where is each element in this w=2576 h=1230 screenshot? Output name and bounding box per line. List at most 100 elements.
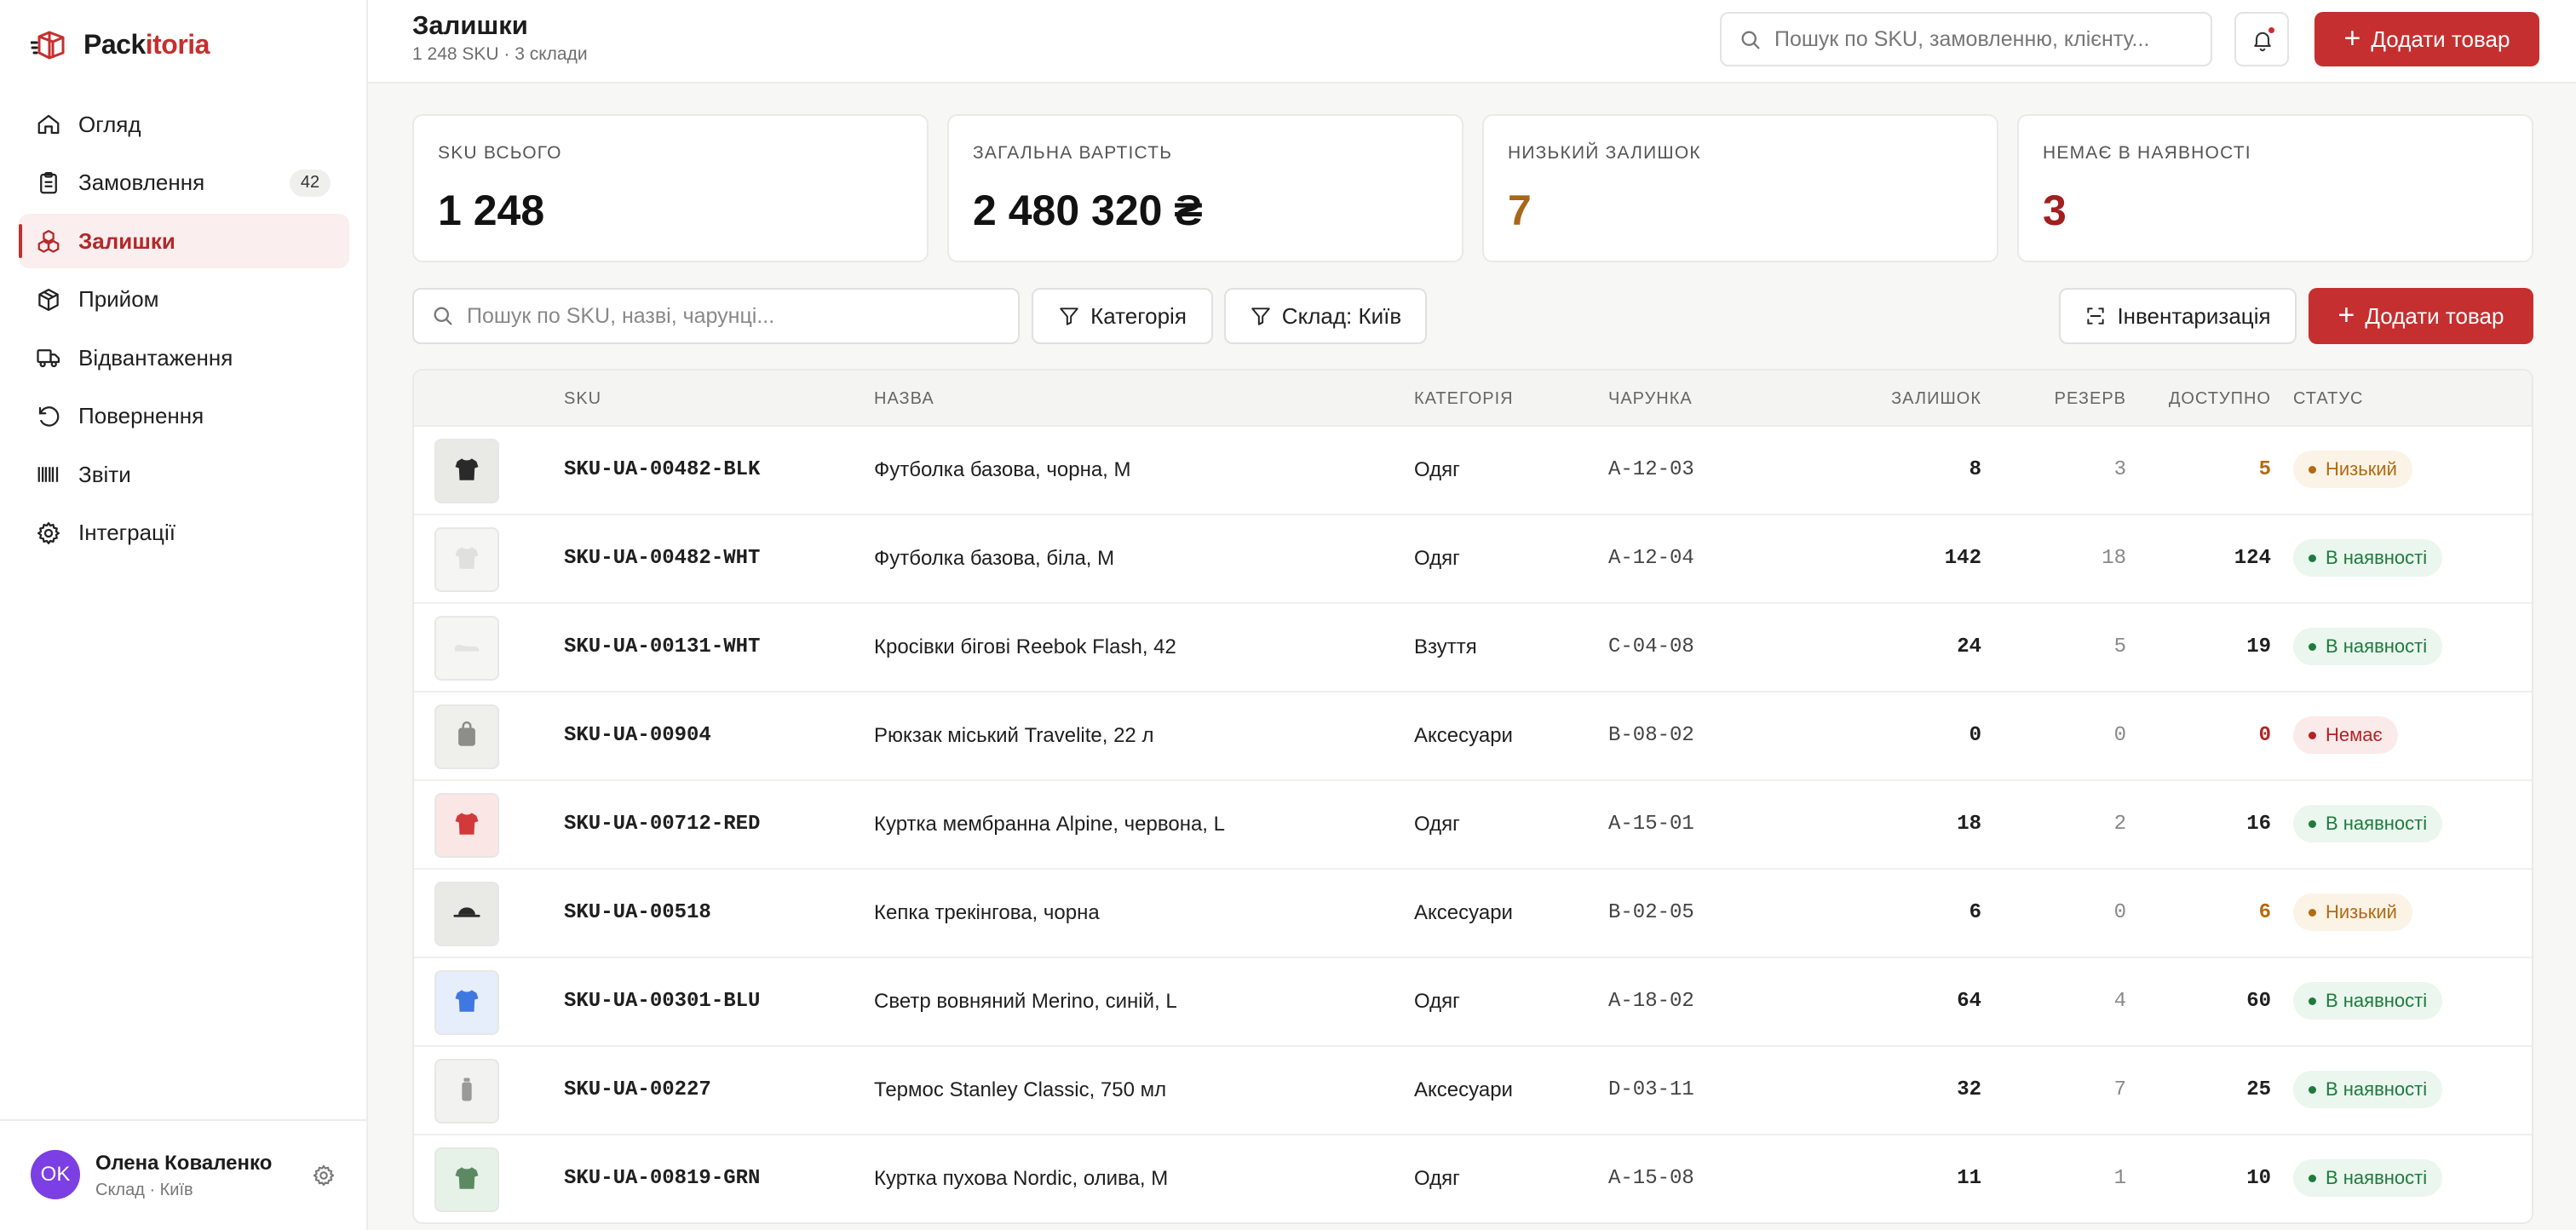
rotate-ccw-icon bbox=[36, 404, 61, 429]
warehouse-filter-label: Склад: Київ bbox=[1281, 302, 1402, 329]
column-header-sku[interactable]: SKU bbox=[564, 389, 601, 409]
sidebar-item-label: Залишки bbox=[78, 227, 175, 254]
sidebar-item-returns[interactable]: Повернення bbox=[19, 389, 349, 444]
available-qty: 0 bbox=[2258, 724, 2271, 747]
sidebar-item-label: Огляд bbox=[78, 111, 141, 137]
table-row[interactable]: SKU-UA-00904 Рюкзак міський Travelite, 2… bbox=[414, 693, 2532, 781]
product-name[interactable]: Рюкзак міський Travelite, 22 л bbox=[874, 724, 1153, 748]
product-name[interactable]: Светр вовняний Merino, синій, L bbox=[874, 990, 1177, 1014]
reserve-qty: 1 bbox=[2113, 1167, 2126, 1190]
page-title: Залишки bbox=[412, 10, 528, 40]
kpi-label: НИЗЬКИЙ ЗАЛИШОК bbox=[1508, 143, 1701, 163]
table-row[interactable]: SKU-UA-00518 Кепка трекінгова, чорна Акс… bbox=[414, 870, 2532, 958]
product-name[interactable]: Кросівки бігові Reebok Flash, 42 bbox=[874, 635, 1176, 659]
settings-gear-icon[interactable] bbox=[312, 1164, 336, 1187]
sidebar-item-label: Інтеграції bbox=[78, 520, 175, 545]
stock-qty: 24 bbox=[1957, 635, 1981, 658]
table-row[interactable]: SKU-UA-00131-WHT Кросівки бігові Reebok … bbox=[414, 604, 2532, 693]
sku-code[interactable]: SKU-UA-00518 bbox=[564, 901, 711, 924]
product-category: Аксесуари bbox=[1414, 901, 1513, 924]
sidebar-item-shipping[interactable]: Відвантаження bbox=[19, 330, 349, 385]
product-thumbnail bbox=[434, 882, 499, 946]
inventory-button[interactable]: Інвентаризація bbox=[2059, 288, 2297, 344]
column-header-status[interactable]: СТАТУС bbox=[2293, 389, 2363, 409]
sku-code[interactable]: SKU-UA-00482-BLK bbox=[564, 458, 760, 481]
stock-table: SKU НАЗВА КАТЕГОРІЯ ЧАРУНКА ЗАЛИШОК РЕЗЕ… bbox=[412, 369, 2533, 1224]
column-header-name[interactable]: НАЗВА bbox=[874, 389, 934, 409]
sidebar-item-orders[interactable]: Замовлення 42 bbox=[19, 156, 349, 210]
table-row[interactable]: SKU-UA-00301-BLU Светр вовняний Merino, … bbox=[414, 958, 2532, 1047]
kpi-card-low-stock: НИЗЬКИЙ ЗАЛИШОК 7 bbox=[1482, 114, 1998, 262]
stock-qty: 32 bbox=[1957, 1078, 1981, 1101]
filter-icon bbox=[1060, 308, 1078, 325]
add-product-button-header[interactable]: + Додати товар bbox=[2314, 12, 2539, 66]
storage-cell: C-04-08 bbox=[1608, 635, 1694, 658]
category-filter-button[interactable]: Категорія bbox=[1032, 288, 1213, 344]
table-row[interactable]: SKU-UA-00482-WHT Футболка базова, біла, … bbox=[414, 515, 2532, 604]
sku-code[interactable]: SKU-UA-00819-GRN bbox=[564, 1167, 760, 1190]
kpi-value: 7 bbox=[1508, 187, 1532, 234]
plus-icon: + bbox=[2337, 298, 2355, 331]
reserve-qty: 0 bbox=[2113, 724, 2126, 747]
add-product-button[interactable]: + Додати товар bbox=[2309, 288, 2533, 344]
table-search-input[interactable]: Пошук по SKU, назві, чарунці... bbox=[412, 288, 1020, 344]
user-role: Склад · Київ bbox=[95, 1181, 193, 1199]
storage-cell: B-02-05 bbox=[1608, 901, 1694, 924]
warehouse-filter-button[interactable]: Склад: Київ bbox=[1224, 288, 1427, 344]
product-thumbnail bbox=[434, 616, 499, 681]
user-name: Олена Коваленко bbox=[95, 1152, 273, 1175]
sidebar-item-label: Звіти bbox=[78, 461, 131, 487]
sku-code[interactable]: SKU-UA-00904 bbox=[564, 724, 711, 747]
sku-code[interactable]: SKU-UA-00301-BLU bbox=[564, 990, 760, 1013]
product-name[interactable]: Термос Stanley Classic, 750 мл bbox=[874, 1078, 1166, 1102]
sku-code[interactable]: SKU-UA-00712-RED bbox=[564, 813, 760, 836]
table-row[interactable]: SKU-UA-00227 Термос Stanley Classic, 750… bbox=[414, 1047, 2532, 1135]
tshirt-icon bbox=[452, 1164, 481, 1197]
brand-logo[interactable]: Packitoria bbox=[31, 26, 210, 63]
product-name[interactable]: Куртка мембранна Alpine, червона, L bbox=[874, 813, 1225, 836]
sidebar-item-reports[interactable]: Звіти bbox=[19, 447, 349, 502]
tshirt-icon bbox=[452, 809, 481, 842]
storage-cell: D-03-11 bbox=[1608, 1078, 1694, 1101]
column-header-cell[interactable]: ЧАРУНКА bbox=[1608, 389, 1693, 409]
stock-qty: 64 bbox=[1957, 990, 1981, 1013]
available-qty: 5 bbox=[2258, 458, 2271, 481]
scan-icon bbox=[2087, 308, 2105, 325]
truck-icon bbox=[36, 345, 61, 371]
product-name[interactable]: Футболка базова, біла, M bbox=[874, 547, 1114, 571]
table-row[interactable]: SKU-UA-00712-RED Куртка мембранна Alpine… bbox=[414, 781, 2532, 870]
sidebar-item-label: Повернення bbox=[78, 403, 204, 428]
sku-code[interactable]: SKU-UA-00482-WHT bbox=[564, 547, 760, 570]
sidebar-item-integrations[interactable]: Інтеграції bbox=[19, 506, 349, 560]
table-row[interactable]: SKU-UA-00482-BLK Футболка базова, чорна,… bbox=[414, 427, 2532, 515]
sku-code[interactable]: SKU-UA-00131-WHT bbox=[564, 635, 760, 658]
gear-icon bbox=[36, 520, 61, 546]
add-product-label: Додати товар bbox=[2365, 302, 2504, 329]
box-logo-icon bbox=[31, 31, 65, 60]
sidebar-item-receiving[interactable]: Прийом bbox=[19, 273, 349, 327]
available-qty: 124 bbox=[2234, 547, 2271, 570]
kpi-card-sku-total: SKU ВСЬОГО 1 248 bbox=[412, 114, 929, 262]
user-profile[interactable]: OK Олена Коваленко Склад · Київ bbox=[0, 1119, 366, 1230]
notifications-button[interactable] bbox=[2234, 12, 2289, 66]
product-name[interactable]: Кепка трекінгова, чорна bbox=[874, 901, 1100, 925]
column-header-available[interactable]: ДОСТУПНО bbox=[2075, 389, 2271, 409]
storage-cell: A-12-03 bbox=[1608, 458, 1694, 481]
sidebar-item-stock[interactable]: Залишки bbox=[19, 214, 349, 268]
status-badge: В наявності bbox=[2293, 1071, 2443, 1108]
kpi-card-out-of-stock: НЕМАЄ В НАЯВНОСТІ 3 bbox=[2017, 114, 2533, 262]
product-name[interactable]: Футболка базова, чорна, M bbox=[874, 458, 1131, 482]
product-name[interactable]: Куртка пухова Nordic, олива, M bbox=[874, 1167, 1168, 1191]
avatar: OK bbox=[31, 1150, 80, 1199]
inventory-label: Інвентаризація bbox=[2117, 302, 2271, 329]
column-header-category[interactable]: КАТЕГОРІЯ bbox=[1414, 389, 1514, 409]
sidebar-item-overview[interactable]: Огляд bbox=[19, 97, 349, 152]
sku-code[interactable]: SKU-UA-00227 bbox=[564, 1078, 711, 1101]
product-thumbnail bbox=[434, 970, 499, 1035]
status-badge: В наявності bbox=[2293, 1159, 2443, 1197]
table-row[interactable]: SKU-UA-00819-GRN Куртка пухова Nordic, о… bbox=[414, 1135, 2532, 1222]
column-header-stock[interactable]: ЗАЛИШОК bbox=[1820, 389, 1981, 409]
sidebar: Packitoria Огляд Замовлення 42 Залишки П… bbox=[0, 0, 368, 1230]
storage-cell: A-15-08 bbox=[1608, 1167, 1694, 1190]
global-search-input[interactable]: Пошук по SKU, замовленню, клієнту... bbox=[1720, 12, 2212, 66]
